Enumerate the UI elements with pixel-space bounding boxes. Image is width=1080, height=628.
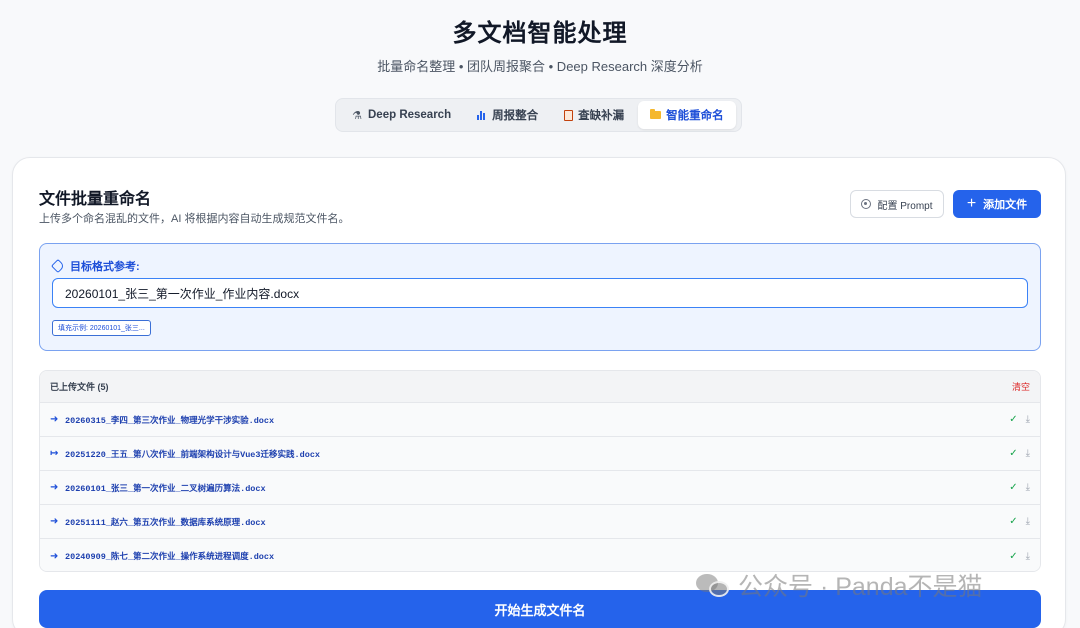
- add-file-button[interactable]: + 添加文件: [953, 190, 1041, 218]
- tab-label: 周报整合: [492, 110, 539, 122]
- download-icon[interactable]: ⤓: [1026, 516, 1030, 527]
- configure-prompt-label: 配置 Prompt: [877, 200, 933, 212]
- tab-smart-rename[interactable]: 智能重命名: [638, 101, 736, 129]
- arrow-right-icon: ➜: [50, 414, 59, 425]
- target-format-panel: 目标格式参考: 填充示例: 20260101_张三...: [39, 243, 1041, 351]
- download-icon[interactable]: ⤓: [1026, 482, 1030, 493]
- check-icon: ✓: [1009, 482, 1018, 493]
- arrow-right-icon: ➜: [50, 550, 59, 562]
- file-name: 20240909_陈七_第二次作业_操作系统进程调度.docx: [65, 552, 275, 562]
- page-header: 多文档智能处理 批量命名整理 • 团队周报聚合 • Deep Research …: [0, 0, 1080, 76]
- tab-weekly-report[interactable]: 周报整合: [465, 101, 550, 129]
- bar-chart-icon: [477, 110, 487, 120]
- page-title: 多文档智能处理: [452, 20, 628, 47]
- target-format-input[interactable]: [52, 278, 1028, 308]
- download-icon[interactable]: ⤓: [1026, 448, 1030, 459]
- wechat-icon: [696, 572, 730, 598]
- arrow-right-icon: ➜: [50, 482, 59, 493]
- files-count-title: 已上传文件 (5): [50, 382, 109, 392]
- file-row: ➜ 20260315_李四_第三次作业_物理光学干涉实验.docx ✓ ⤓: [40, 403, 1040, 437]
- file-name: 20251220_王五_第八次作业_前端架构设计与Vue3迁移实践.docx: [65, 449, 321, 460]
- tab-gap-check[interactable]: 查缺补漏: [552, 101, 636, 129]
- tab-label: 智能重命名: [666, 110, 724, 122]
- flask-icon: ⚗: [352, 109, 362, 122]
- page-subtitle: 批量命名整理 • 团队周报聚合 • Deep Research 深度分析: [377, 59, 703, 74]
- watermark: 公众号 · Panda不是猫: [696, 567, 983, 603]
- fill-example-chip[interactable]: 填充示例: 20260101_张三...: [52, 320, 151, 336]
- arrow-right-icon: ↦: [50, 448, 59, 459]
- tab-label: 查缺补漏: [578, 110, 625, 122]
- tab-label: Deep Research: [368, 109, 452, 121]
- tag-icon: [50, 258, 66, 274]
- check-icon: ✓: [1009, 550, 1018, 562]
- download-icon[interactable]: ⤓: [1026, 551, 1030, 562]
- card-title: 文件批量重命名: [39, 191, 152, 208]
- clear-files-button[interactable]: 清空: [1012, 380, 1030, 393]
- configure-prompt-button[interactable]: 配置 Prompt: [850, 190, 944, 218]
- card-description: 上传多个命名混乱的文件，AI 将根据内容自动生成规范文件名。: [39, 213, 350, 225]
- file-row: ↦ 20251220_王五_第八次作业_前端架构设计与Vue3迁移实践.docx …: [40, 437, 1040, 471]
- folder-icon: [650, 109, 662, 119]
- file-name: 20260315_李四_第三次作业_物理光学干涉实验.docx: [65, 415, 275, 426]
- check-icon: ✓: [1009, 414, 1018, 425]
- add-file-label: 添加文件: [983, 199, 1028, 211]
- check-icon: ✓: [1009, 516, 1018, 527]
- clipboard-icon: [564, 109, 574, 121]
- target-format-heading: 目标格式参考:: [50, 258, 140, 274]
- watermark-text: 公众号 · Panda不是猫: [738, 573, 983, 601]
- target-format-label: 目标格式参考:: [70, 261, 140, 273]
- tab-deep-research[interactable]: ⚗ Deep Research: [339, 101, 463, 129]
- file-row: ➜ 20260101_张三_第一次作业_二叉树遍历算法.docx ✓ ⤓: [40, 471, 1040, 505]
- plus-icon: +: [966, 195, 977, 212]
- file-row: ➜ 20251111_赵六_第五次作业_数据库系统原理.docx ✓ ⤓: [40, 505, 1040, 539]
- arrow-right-icon: ➜: [50, 516, 59, 527]
- file-name: 20260101_张三_第一次作业_二叉树遍历算法.docx: [65, 483, 266, 494]
- check-icon: ✓: [1009, 448, 1018, 459]
- uploaded-files-list: 已上传文件 (5) 清空 ➜ 20260315_李四_第三次作业_物理光学干涉实验…: [39, 370, 1041, 572]
- gear-icon: [861, 199, 872, 209]
- file-name: 20251111_赵六_第五次作业_数据库系统原理.docx: [65, 517, 266, 528]
- mode-tabs: ⚗ Deep Research 周报整合 查缺补漏 智能重命名: [335, 98, 742, 132]
- rename-card: 文件批量重命名 上传多个命名混乱的文件，AI 将根据内容自动生成规范文件名。 配…: [12, 157, 1066, 628]
- files-list-header: 已上传文件 (5) 清空: [40, 371, 1040, 403]
- download-icon[interactable]: ⤓: [1026, 414, 1030, 425]
